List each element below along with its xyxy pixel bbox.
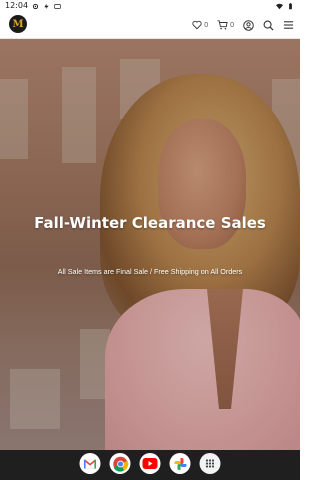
wifi-icon	[276, 3, 283, 9]
hero-overlay	[0, 39, 300, 450]
android-dock	[0, 450, 300, 480]
cart-button[interactable]: 0	[217, 20, 234, 30]
cart-count: 0	[230, 21, 234, 29]
youtube-icon[interactable]	[139, 453, 161, 474]
status-right	[276, 0, 294, 12]
site-header: M 0 0	[0, 12, 300, 39]
heart-icon	[192, 20, 202, 30]
wishlist-button[interactable]: 0	[192, 20, 208, 30]
status-left: 12:04	[5, 0, 61, 12]
hero-banner[interactable]: Fall-Winter Clearance Sales All Sale Ite…	[0, 39, 300, 450]
menu-icon[interactable]	[283, 20, 294, 30]
logo-letter: M	[12, 18, 24, 30]
gmail-icon[interactable]	[79, 453, 101, 474]
hero-subtitle: All Sale Items are Final Sale / Free Shi…	[57, 267, 243, 276]
wishlist-count: 0	[204, 21, 209, 29]
notification-icon	[44, 3, 49, 9]
search-icon[interactable]	[263, 20, 274, 31]
chrome-icon[interactable]	[109, 453, 131, 474]
header-actions: 0 0	[192, 12, 294, 38]
hero-title: Fall-Winter Clearance Sales	[34, 214, 266, 232]
screen: 12:04 M 0 0 Fall-Winter Clearance Sales …	[0, 0, 300, 480]
settings-icon	[32, 3, 39, 9]
dock-apps	[79, 453, 221, 474]
status-time: 12:04	[5, 1, 29, 10]
photos-icon[interactable]	[169, 453, 191, 474]
app-drawer-icon[interactable]	[199, 453, 221, 474]
battery-icon	[289, 2, 292, 9]
status-bar: 12:04	[0, 0, 300, 12]
cast-icon	[54, 3, 61, 9]
brand-logo[interactable]: M	[9, 15, 27, 33]
cart-icon	[217, 20, 228, 30]
account-icon[interactable]	[243, 19, 254, 31]
